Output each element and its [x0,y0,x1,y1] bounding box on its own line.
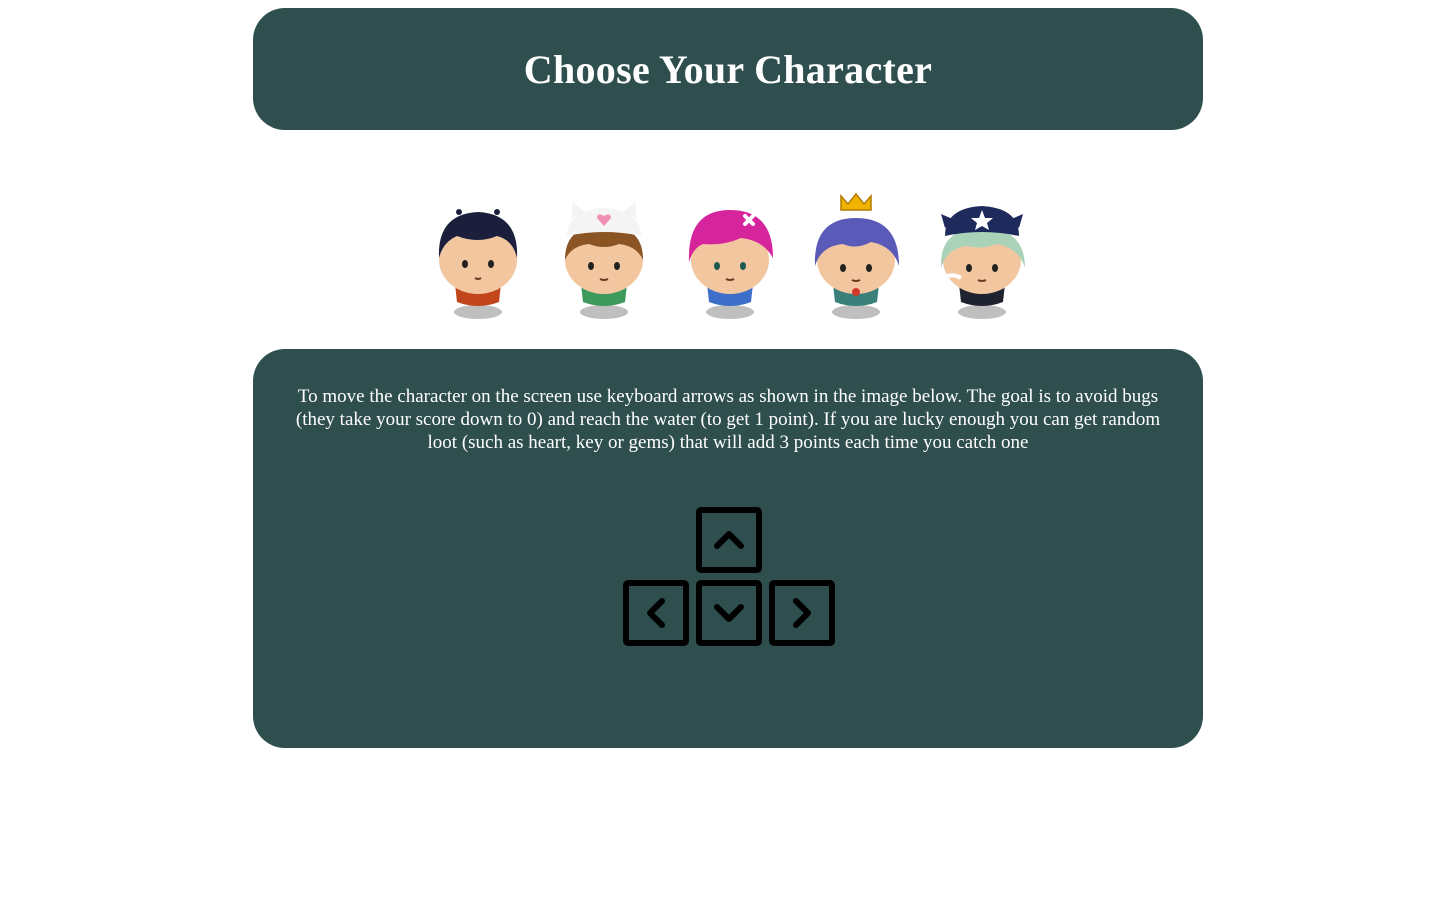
character-princess-girl[interactable] [805,188,907,324]
header-card: Choose Your Character [253,8,1203,130]
character-horn-girl[interactable] [931,188,1033,324]
right-arrow-key-icon [769,580,835,646]
down-arrow-key-icon [696,580,762,646]
character-pink-girl[interactable] [679,188,781,324]
character-selector [420,188,1040,328]
instructions-card: To move the character on the screen use … [253,349,1203,748]
character-cat-girl[interactable] [553,188,655,324]
instructions-text: To move the character on the screen use … [295,386,1161,453]
char-boy-icon [438,209,518,319]
page-title: Choose Your Character [523,46,933,92]
char-cat-girl-icon [565,202,643,319]
up-arrow-key-icon [696,507,762,573]
arrow-keys-diagram [622,506,838,646]
character-boy[interactable] [427,188,529,324]
char-princess-girl-icon [814,192,899,319]
char-pink-girl-icon [688,210,773,319]
char-horn-girl-icon [937,206,1025,319]
left-arrow-key-icon [623,580,689,646]
